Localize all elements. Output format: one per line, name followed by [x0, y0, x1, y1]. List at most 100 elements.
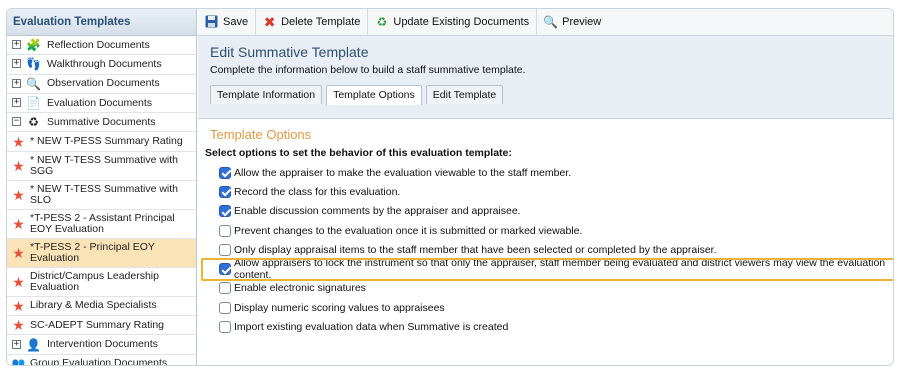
star-icon: ★	[12, 186, 25, 203]
sidebar-item-label: Walkthrough Documents	[47, 57, 162, 70]
sidebar-item[interactable]: ★ *T-PESS 2 - Principal EOY Evaluation	[7, 238, 196, 268]
expand-icon[interactable]: +	[12, 59, 21, 69]
star-icon: ★	[12, 273, 25, 290]
main-panel: Save ✖ Delete Template ♻ Update Existing…	[198, 9, 893, 365]
option-checkbox[interactable]	[219, 166, 231, 179]
option-label: Prevent changes to the evaluation once i…	[234, 224, 583, 237]
option-checkbox[interactable]	[219, 321, 231, 334]
option-checkbox[interactable]	[219, 282, 231, 295]
edit-panel: Edit Summative Template Complete the inf…	[198, 36, 893, 119]
update-existing-documents-button[interactable]: ♻ Update Existing Documents	[368, 9, 538, 36]
option-checkbox[interactable]	[219, 185, 231, 198]
option-row: Display numeric scoring values to apprai…	[198, 298, 893, 317]
footsteps-icon: 👣	[26, 57, 41, 72]
sidebar-item-label: Summative Documents	[47, 115, 156, 128]
group-icon: 👥	[11, 357, 26, 366]
toolbar: Save ✖ Delete Template ♻ Update Existing…	[198, 9, 893, 36]
sidebar-item[interactable]: + 🧩 Reflection Documents	[7, 36, 196, 56]
sidebar-item[interactable]: + 👤 Intervention Documents	[7, 335, 196, 355]
star-icon: ★	[12, 317, 25, 334]
sidebar-item-label: Reflection Documents	[47, 38, 150, 51]
save-button[interactable]: Save	[198, 9, 257, 36]
sidebar-item[interactable]: ★ * NEW T-TESS Summative with SLO	[7, 181, 196, 210]
magnifier-icon: 🔍	[26, 76, 41, 91]
option-label: Record the class for this evaluation.	[234, 185, 401, 198]
tab-template-options[interactable]: Template Options	[326, 85, 422, 105]
sidebar-item-label: Group Evaluation Documents	[30, 357, 168, 366]
person-lock-icon: 👤	[26, 337, 41, 352]
options-list: Allow the appraiser to make the evaluati…	[198, 163, 893, 337]
save-label: Save	[223, 16, 249, 28]
sidebar-item[interactable]: ★ *T-PESS 2 - Assistant Principal EOY Eva…	[7, 210, 196, 239]
puzzle-icon: 🧩	[26, 38, 41, 53]
option-label: Import existing evaluation data when Sum…	[234, 321, 509, 334]
option-row: Allow the appraiser to make the evaluati…	[198, 163, 893, 182]
document-lock-icon: 📄	[26, 96, 41, 111]
star-icon: ★	[12, 133, 25, 150]
update-existing-documents-label: Update Existing Documents	[393, 16, 530, 28]
sidebar-item-label: Library & Media Specialists	[30, 299, 157, 312]
option-label: Enable discussion comments by the apprai…	[234, 205, 521, 218]
option-label: Only display appraisal items to the staf…	[234, 243, 717, 256]
sidebar-item[interactable]: ★ * NEW T-TESS Summative with SGG	[7, 152, 196, 181]
expand-icon[interactable]: +	[12, 339, 21, 349]
page-title: Edit Summative Template	[210, 44, 369, 60]
page-description: Complete the information below to build …	[210, 64, 526, 76]
floppy-disk-icon	[204, 15, 219, 29]
sidebar-item-label: * NEW T-PESS Summary Rating	[30, 135, 183, 148]
delete-template-label: Delete Template	[281, 16, 361, 28]
delete-template-button[interactable]: ✖ Delete Template	[256, 9, 369, 36]
option-checkbox[interactable]	[219, 205, 231, 218]
option-label: Allow the appraiser to make the evaluati…	[234, 166, 572, 179]
sidebar-item[interactable]: + 📄 Evaluation Documents	[7, 94, 196, 114]
sidebar-item[interactable]: − ♻ Summative Documents	[7, 113, 196, 133]
star-icon: ★	[12, 215, 25, 232]
sidebar-item[interactable]: + 👣 Walkthrough Documents	[7, 55, 196, 75]
option-checkbox[interactable]	[219, 263, 231, 276]
sidebar-item[interactable]: + 🔍 Observation Documents	[7, 75, 196, 94]
star-icon: ★	[12, 244, 25, 261]
preview-button[interactable]: 🔍 Preview	[537, 9, 608, 36]
red-x-icon: ✖	[263, 14, 276, 30]
sidebar-item-label: SC-ADEPT Summary Rating	[30, 318, 165, 331]
sidebar-title: Evaluation Templates	[7, 9, 196, 36]
option-checkbox[interactable]	[219, 243, 231, 256]
app-frame: Evaluation Templates + 🧩 Reflection Docume…	[6, 8, 894, 366]
sidebar-item-label: Evaluation Documents	[47, 96, 153, 109]
option-row: Enable discussion comments by the apprai…	[198, 202, 893, 221]
sidebar-item[interactable]: ★ Library & Media Specialists	[7, 297, 196, 317]
option-row: Allow appraisers to lock the instrument …	[201, 257, 893, 282]
preview-label: Preview	[562, 16, 602, 28]
tab-template-information[interactable]: Template Information	[210, 85, 323, 104]
sidebar-item-label: Intervention Documents	[47, 338, 158, 351]
magnifier-icon: 🔍	[543, 15, 559, 29]
expand-icon[interactable]: +	[12, 40, 21, 50]
sidebar-item[interactable]: ★ SC-ADEPT Summary Rating	[7, 316, 196, 336]
collapse-icon[interactable]: −	[12, 117, 21, 127]
sidebar-item-label: *T-PESS 2 - Principal EOY Evaluation	[30, 240, 155, 264]
recycle-arrows-icon: ♻	[376, 15, 388, 29]
option-checkbox[interactable]	[219, 301, 231, 314]
option-row: Enable electronic signatures	[198, 279, 893, 298]
sidebar-item[interactable]: 👥 Group Evaluation Documents	[7, 355, 196, 366]
tab-bar: Template Information Template Options Edit…	[210, 85, 893, 105]
options-intro: Select options to set the behavior of th…	[205, 147, 512, 159]
option-label: Enable electronic signatures	[234, 282, 366, 295]
sidebar: Evaluation Templates + 🧩 Reflection Docume…	[7, 9, 197, 365]
option-row: Prevent changes to the evaluation once i…	[198, 221, 893, 240]
sidebar-item[interactable]: ★ District/Campus Leadership Evaluation	[7, 268, 196, 297]
sidebar-item[interactable]: ★ * NEW T-PESS Summary Rating	[7, 132, 196, 152]
tab-edit-template[interactable]: Edit Template	[425, 85, 504, 104]
sidebar-item-label: *T-PESS 2 - Assistant Principal EOY Eval…	[30, 211, 175, 235]
expand-icon[interactable]: +	[12, 78, 21, 88]
option-checkbox[interactable]	[219, 224, 231, 237]
template-tree: + 🧩 Reflection Documents + 👣 Walkthrough Docu…	[7, 36, 196, 366]
star-icon: ★	[12, 157, 25, 174]
sidebar-item-label: District/Campus Leadership Evaluation	[30, 269, 159, 293]
option-label: Display numeric scoring values to apprai…	[234, 301, 445, 314]
star-icon: ★	[12, 297, 25, 314]
options-heading: Template Options	[210, 127, 312, 142]
sidebar-item-label: * NEW T-TESS Summative with SLO	[30, 182, 179, 206]
sidebar-item-label: * NEW T-TESS Summative with SGG	[30, 153, 179, 177]
expand-icon[interactable]: +	[12, 98, 21, 108]
